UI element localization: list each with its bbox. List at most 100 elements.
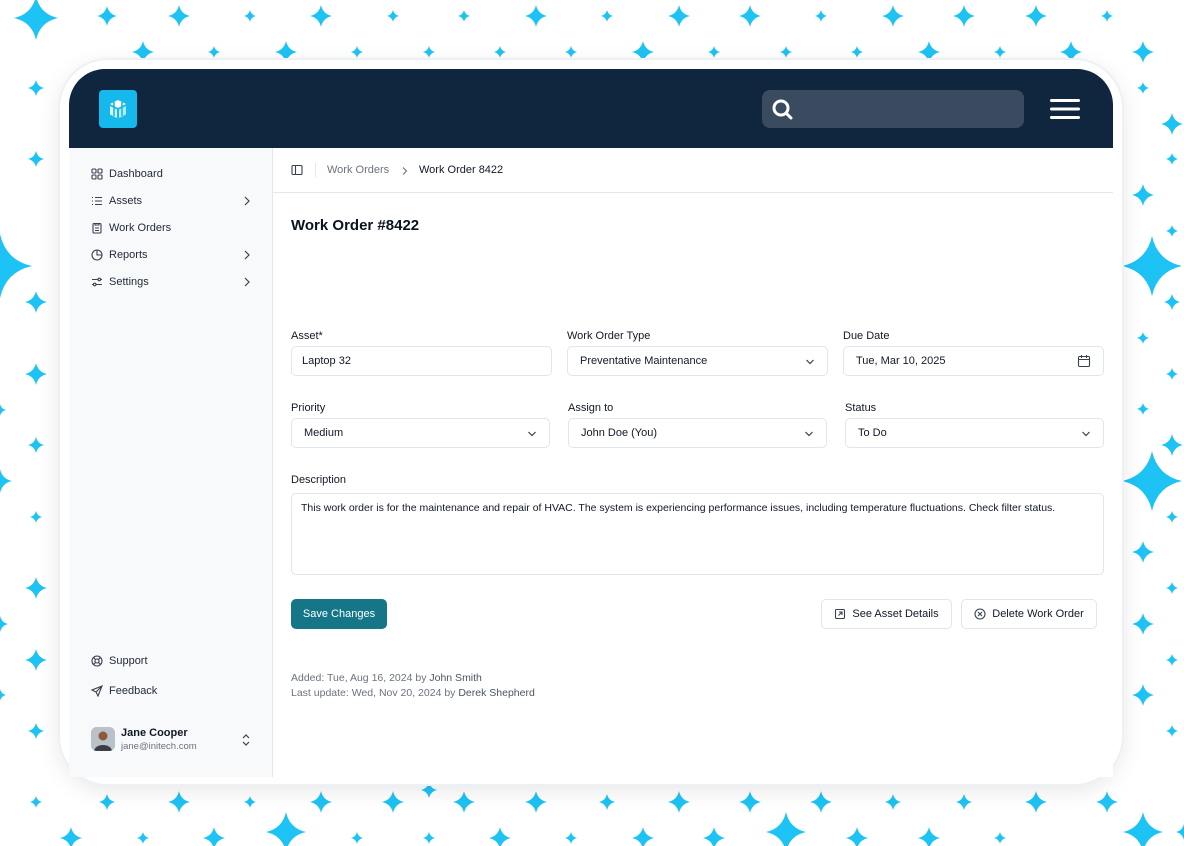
status-select[interactable]: To Do (845, 418, 1104, 448)
sparkle-star (1101, 10, 1113, 22)
sparkle-star (708, 46, 720, 58)
due-date-picker[interactable]: Tue, Mar 10, 2025 (843, 346, 1104, 376)
sidebar-item-dashboard[interactable]: Dashboard (91, 164, 251, 184)
sparkle-star (601, 10, 613, 22)
chevron-right-icon (244, 250, 250, 260)
sparkle-star (1122, 451, 1182, 511)
sparkle-star (1166, 725, 1178, 737)
calendar-icon[interactable] (1077, 354, 1091, 368)
sparkle-star (1161, 434, 1183, 456)
sidebar-item-support[interactable]: Support (91, 651, 251, 671)
sparkle-star (60, 827, 82, 846)
sparkle-star (953, 5, 975, 27)
sparkle-star (918, 827, 940, 846)
breadcrumb-link-work-orders[interactable]: Work Orders (327, 164, 389, 176)
sparkle-star (739, 791, 761, 813)
sidebar-item-label: Assets (109, 195, 143, 207)
asset-label: Asset* (291, 330, 323, 342)
sparkle-star (1025, 791, 1047, 813)
sparkle-star (0, 616, 8, 632)
sparkle-star (99, 794, 115, 810)
sparkle-star (168, 791, 190, 813)
sparkle-star (1025, 5, 1047, 27)
save-changes-button[interactable]: Save Changes (291, 599, 387, 629)
updated-by: Derek Shepherd (458, 687, 535, 699)
sparkle-star (28, 723, 44, 739)
sparkle-star (1166, 225, 1178, 237)
avatar (91, 727, 115, 751)
sidebar-item-settings[interactable]: Settings (91, 272, 251, 292)
sparkle-star (1137, 403, 1149, 415)
updated-prefix: Last update: Wed, Nov 20, 2024 by (291, 687, 456, 699)
sparkle-star (458, 10, 470, 22)
sparkle-star (351, 46, 363, 58)
user-name: Jane Cooper (121, 727, 188, 739)
hamburger-menu-icon[interactable] (1049, 97, 1081, 121)
sparkle-star (1123, 812, 1163, 846)
sparkle-star (885, 794, 901, 810)
cube-logo-icon[interactable] (99, 90, 137, 128)
top-bar (69, 69, 1113, 148)
grid-icon (91, 168, 103, 180)
sparkle-star (25, 291, 47, 313)
sparkle-star (766, 812, 806, 846)
description-label: Description (291, 474, 347, 486)
save-changes-label: Save Changes (302, 608, 376, 620)
sparkle-star (423, 832, 435, 844)
search-input[interactable] (802, 90, 1012, 128)
see-asset-details-button[interactable]: See Asset Details (821, 599, 952, 629)
sparkle-star (30, 796, 42, 808)
app-window: Dashboard Assets Work Orders Reports Set… (69, 69, 1113, 777)
search-bar[interactable] (762, 90, 1024, 128)
sparkle-star (1166, 511, 1178, 523)
sparkle-star (244, 796, 256, 808)
sparkle-star (810, 791, 832, 813)
sidebar-item-assets[interactable]: Assets (91, 191, 251, 211)
sidebar-item-work-orders[interactable]: Work Orders (91, 218, 251, 238)
sidebar-item-reports[interactable]: Reports (91, 245, 251, 265)
circle-x-icon (974, 608, 986, 620)
send-icon (91, 685, 103, 697)
added-info: Added: Tue, Aug 16, 2024 by John Smith (291, 672, 482, 684)
sparkle-star (310, 791, 332, 813)
sparkle-star (0, 689, 6, 701)
user-profile[interactable]: Jane Cooper jane@initech.com (91, 725, 253, 755)
work-order-type-select[interactable]: Preventative Maintenance (567, 346, 828, 376)
sparkle-star (882, 5, 904, 27)
delete-work-order-label: Delete Work Order (992, 608, 1084, 620)
sparkle-star (599, 794, 615, 810)
asset-field[interactable]: Laptop 32 (291, 346, 552, 376)
sparkle-star (25, 363, 47, 385)
priority-select[interactable]: Medium (291, 418, 550, 448)
description-textarea[interactable]: This work order is for the maintenance a… (291, 493, 1104, 575)
sparkle-star (0, 469, 12, 493)
sparkle-star (351, 832, 363, 844)
pie-chart-icon (91, 249, 103, 261)
sparkle-star (1137, 332, 1149, 344)
user-email: jane@initech.com (121, 741, 197, 752)
added-by: John Smith (429, 672, 482, 684)
description-text: This work order is for the maintenance a… (301, 502, 1056, 514)
search-icon (772, 99, 793, 120)
sparkle-star (956, 794, 972, 810)
sparkle-star (668, 791, 690, 813)
sparkle-star (0, 234, 32, 298)
sidebar-item-label: Reports (109, 249, 148, 261)
sparkle-star (851, 46, 863, 58)
delete-work-order-button[interactable]: Delete Work Order (961, 599, 1097, 629)
sparkle-star (310, 5, 332, 27)
sidebar-toggle-icon[interactable] (291, 164, 303, 176)
list-icon (91, 195, 103, 207)
sparkle-star (97, 6, 117, 26)
sparkle-star (203, 827, 225, 846)
sidebar-item-label: Settings (109, 276, 149, 288)
last-update-info: Last update: Wed, Nov 20, 2024 by Derek … (291, 687, 535, 699)
sparkle-star (453, 791, 475, 813)
assign-to-select[interactable]: John Doe (You) (568, 418, 827, 448)
sparkle-star (1166, 368, 1178, 380)
sidebar-item-feedback[interactable]: Feedback (91, 681, 251, 701)
sparkle-star (382, 791, 404, 813)
sparkle-star (208, 46, 220, 58)
chevron-up-down-icon[interactable] (241, 733, 251, 747)
sparkle-star (780, 46, 792, 58)
